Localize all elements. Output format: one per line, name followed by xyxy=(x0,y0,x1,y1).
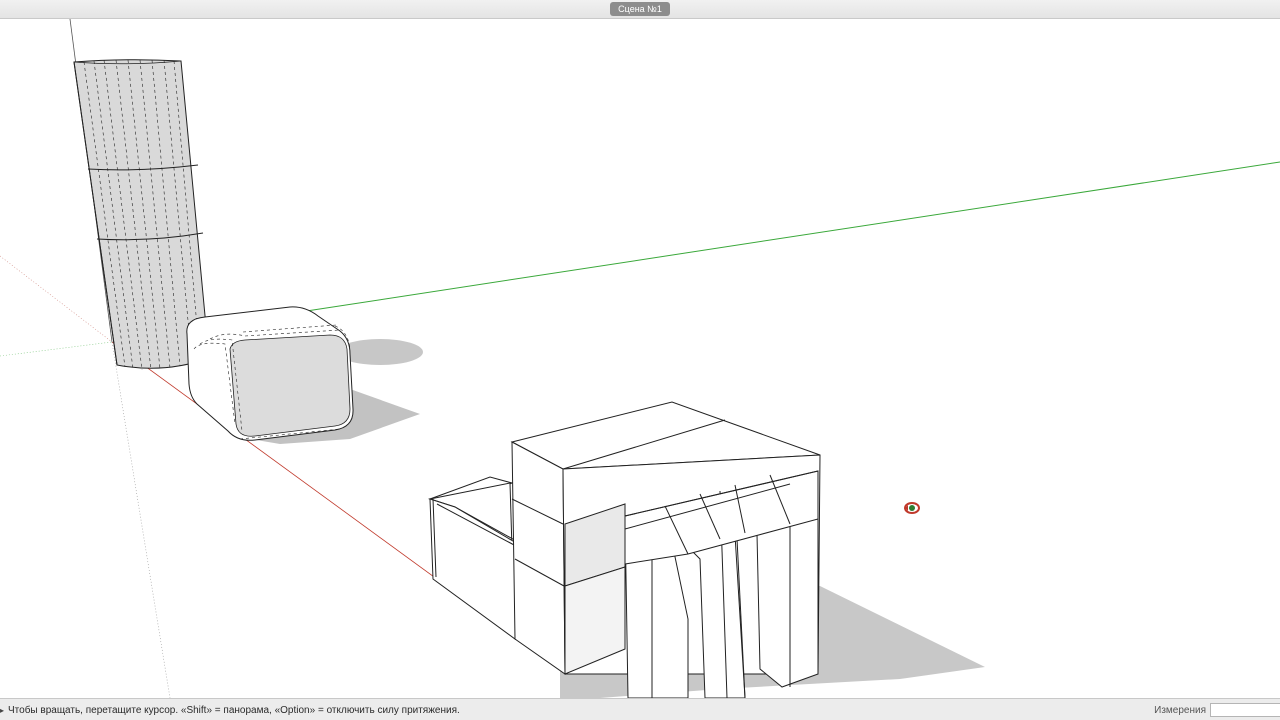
model-canvas[interactable] xyxy=(0,19,1280,698)
stool-object[interactable] xyxy=(510,401,821,698)
cylinder-object[interactable] xyxy=(73,59,210,371)
status-bar: ▸ Чтобы вращать, перетащите курсор. «Shi… xyxy=(0,698,1280,720)
info-triangle-icon: ▸ xyxy=(0,705,5,715)
status-message: Чтобы вращать, перетащите курсор. «Shift… xyxy=(8,704,460,716)
bench-block-object[interactable] xyxy=(428,476,521,640)
scene-tab-1[interactable]: Сцена №1 xyxy=(610,2,670,16)
orbit-cursor-icon xyxy=(903,500,921,516)
rounded-box-object[interactable] xyxy=(186,306,354,441)
green-axis-line xyxy=(299,161,1280,313)
blue-axis-dotted xyxy=(111,341,171,698)
sketchup-window: Сцена №1 ▸ Чтобы вращать, перетащите кур… xyxy=(0,0,1280,720)
measurements-label: Измерения xyxy=(1154,704,1206,716)
red-axis-dotted xyxy=(0,255,113,343)
green-axis-dotted xyxy=(0,341,113,357)
measurements-input[interactable] xyxy=(1210,703,1280,717)
scene-tab-bar: Сцена №1 xyxy=(0,0,1280,19)
drawing-viewport[interactable] xyxy=(0,19,1280,698)
